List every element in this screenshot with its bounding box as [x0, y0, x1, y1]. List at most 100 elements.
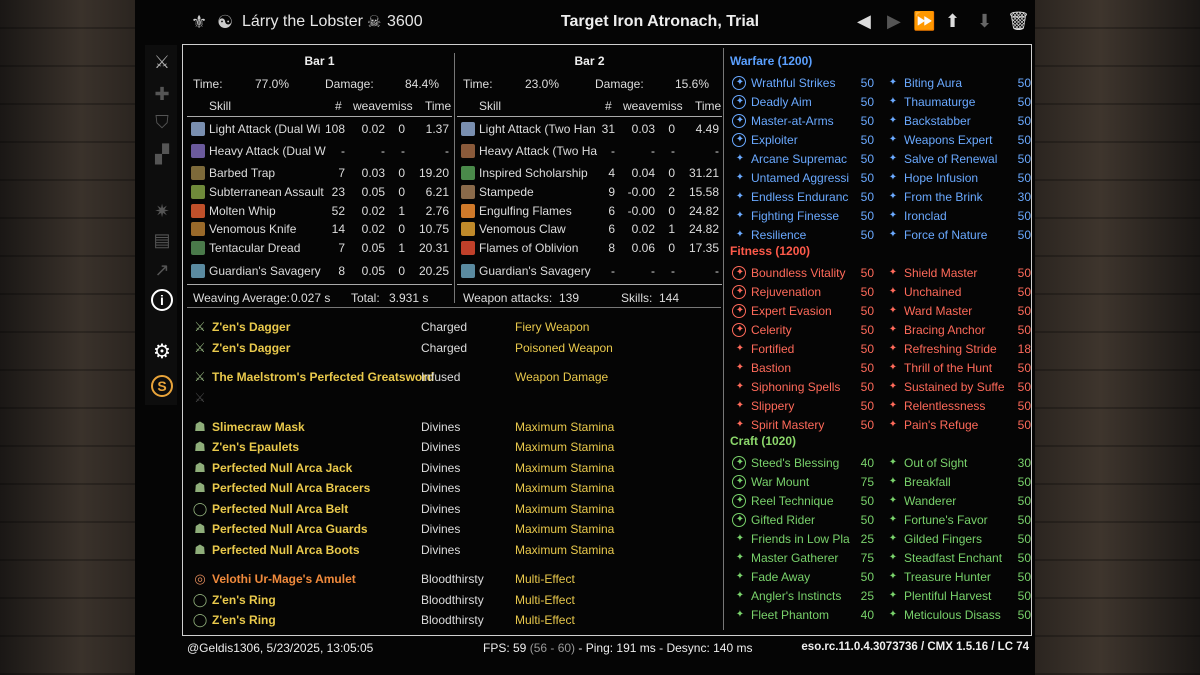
star-icon: ✦	[888, 172, 898, 183]
cp-star[interactable]: ✦ Fortified 50	[732, 341, 874, 357]
cp-star[interactable]: ✦ Wrathful Strikes 50	[732, 75, 874, 91]
fight-report-icon[interactable]: ⚔	[151, 51, 173, 73]
gear-row[interactable]: ☗ Perfected Null Arca Bracers Divines Maxim…	[192, 480, 614, 496]
gear-row[interactable]: ◯ Perfected Null Arca Belt Divines Maximum …	[192, 501, 615, 517]
shield-icon[interactable]: ⛉	[151, 111, 173, 133]
time-label: Time:	[193, 77, 223, 91]
cp-star[interactable]: ✦ Sustained by Suffe 50	[885, 379, 1031, 395]
cp-star[interactable]: ✦ Backstabber 50	[885, 113, 1031, 129]
cp-star[interactable]: ✦ Angler's Instincts 25	[732, 588, 874, 604]
cp-star[interactable]: ✦ Bracing Anchor 50	[885, 322, 1031, 338]
right-panel-divider	[723, 48, 724, 630]
trash-icon[interactable]: 🗑	[1007, 11, 1030, 32]
gear-row[interactable]: ⚔ Z'en's Dagger Charged Fiery Weapon	[192, 319, 612, 335]
star-icon: ✦	[888, 77, 898, 88]
cp-star[interactable]: ✦ Steed's Blessing 40	[732, 455, 874, 471]
time-value: 23.0%	[525, 77, 560, 91]
cp-star[interactable]: ✦ Salve of Renewal 50	[885, 151, 1031, 167]
cp-value: 50	[860, 209, 874, 223]
cp-star[interactable]: ✦ Gilded Fingers 50	[885, 531, 1031, 547]
gear-row[interactable]: ☗ Perfected Null Arca Guards Divines Maximu…	[192, 521, 614, 537]
skill-count: 8	[338, 264, 345, 278]
cp-star[interactable]: ✦ Fighting Finesse 50	[732, 208, 874, 224]
cp-star[interactable]: ✦ Unchained 50	[885, 284, 1031, 300]
star-icon: ✦	[888, 191, 898, 202]
cp-star[interactable]: ✦ Thrill of the Hunt 50	[885, 360, 1031, 376]
cp-star[interactable]: ✦ Slippery 50	[732, 398, 874, 414]
cp-star[interactable]: ✦ From the Brink 30	[885, 189, 1031, 205]
cp-value: 50	[860, 513, 874, 527]
cp-value: 50	[860, 380, 874, 394]
gear-row[interactable]: ☗ Perfected Null Arca Boots Divines Maximum…	[192, 542, 614, 558]
cp-star[interactable]: ✦ Force of Nature 50	[885, 227, 1031, 243]
cp-star[interactable]: ✦ Endless Enduranc 50	[732, 189, 874, 205]
cp-name: Shield Master	[904, 266, 978, 280]
skill-icon	[191, 204, 205, 218]
save-icon[interactable]: ⬇	[977, 11, 992, 32]
cp-star[interactable]: ✦ Fortune's Favor 50	[885, 512, 1031, 528]
cp-star[interactable]: ✦ Hope Infusion 50	[885, 170, 1031, 186]
last-fight-button[interactable]: ⏩	[913, 11, 935, 32]
cp-star[interactable]: ✦ Rejuvenation 50	[732, 284, 874, 300]
cp-star[interactable]: ✦ Weapons Expert 50	[885, 132, 1031, 148]
cp-star[interactable]: ✦ Celerity 50	[732, 322, 874, 338]
load-icon[interactable]: ⬆	[945, 11, 960, 32]
cp-star[interactable]: ✦ Out of Sight 30	[885, 455, 1031, 471]
cp-star[interactable]: ✦ Bastion 50	[732, 360, 874, 376]
cp-star[interactable]: ✦ Friends in Low Pla 25	[732, 531, 874, 547]
gear-row[interactable]: ☗ Perfected Null Arca Jack Divines Maximum …	[192, 460, 614, 476]
cp-star[interactable]: ✦ Boundless Vitality 50	[732, 265, 874, 281]
cp-star[interactable]: ✦ Plentiful Harvest 50	[885, 588, 1031, 604]
cp-star[interactable]: ✦ Biting Aura 50	[885, 75, 1031, 91]
gear-row[interactable]: ◯ Z'en's Ring Bloodthirsty Multi-Effect	[192, 592, 612, 608]
cp-star[interactable]: ✦ Resilience 50	[732, 227, 874, 243]
cp-star[interactable]: ✦ Ironclad 50	[885, 208, 1031, 224]
previous-fight-button[interactable]: ◀	[857, 11, 871, 32]
cp-star[interactable]: ✦ Fleet Phantom 40	[732, 607, 874, 623]
gear-row[interactable]: ☗ Z'en's Epaulets Divines Maximum Stamina	[192, 439, 614, 455]
cp-star[interactable]: ✦ Untamed Aggressi 50	[732, 170, 874, 186]
cp-star[interactable]: ✦ Shield Master 50	[885, 265, 1031, 281]
cp-value: 50	[1017, 513, 1031, 527]
cp-star[interactable]: ✦ Exploiter 50	[732, 132, 874, 148]
cp-star[interactable]: ✦ Refreshing Stride 18	[885, 341, 1031, 357]
cp-star[interactable]: ✦ Spirit Mastery 50	[732, 417, 874, 433]
cp-star[interactable]: ✦ Gifted Rider 50	[732, 512, 874, 528]
cp-star[interactable]: ✦ Breakfall 50	[885, 474, 1031, 490]
heal-icon[interactable]: ✚	[151, 83, 173, 105]
cp-star[interactable]: ✦ Siphoning Spells 50	[732, 379, 874, 395]
cp-star[interactable]: ✦ Wanderer 50	[885, 493, 1031, 509]
cp-star[interactable]: ✦ Relentlessness 50	[885, 398, 1031, 414]
gear-row[interactable]: ◎ Velothi Ur-Mage's Amulet Bloodthirsty Mul…	[192, 571, 612, 587]
cp-star[interactable]: ✦ Thaumaturge 50	[885, 94, 1031, 110]
gear-row[interactable]: ◯ Z'en's Ring Bloodthirsty Multi-Effect	[192, 612, 612, 628]
trend-icon[interactable]: ↗	[151, 259, 173, 281]
cp-star[interactable]: ✦ Meticulous Disass 50	[885, 607, 1031, 623]
cp-name: From the Brink	[904, 190, 983, 204]
gear-row[interactable]: ☗ Slimecraw Mask Divines Maximum Stamina	[192, 419, 614, 435]
cp-star[interactable]: ✦ Ward Master 50	[885, 303, 1031, 319]
cp-star[interactable]: ✦ Pain's Refuge 50	[885, 417, 1031, 433]
cp-star[interactable]: ✦ War Mount 75	[732, 474, 874, 490]
next-fight-button[interactable]: ▶	[887, 11, 901, 32]
settings-gear-icon[interactable]: ⚙	[151, 341, 173, 363]
star-icon: ✦	[888, 571, 898, 582]
cp-star[interactable]: ✦ Reel Technique 50	[732, 493, 874, 509]
log-icon[interactable]: ▤	[151, 229, 173, 251]
cp-star[interactable]: ✦ Master Gatherer 75	[732, 550, 874, 566]
cp-star[interactable]: ✦ Fade Away 50	[732, 569, 874, 585]
gear-row[interactable]: ⚔ The Maelstrom's Perfected Greatsword Inf…	[192, 369, 612, 385]
skill-miss: -	[401, 144, 405, 158]
cp-star[interactable]: ✦ Deadly Aim 50	[732, 94, 874, 110]
graph-icon[interactable]: ✷	[151, 200, 173, 222]
currency-icon[interactable]: S	[151, 375, 173, 397]
cp-star[interactable]: ✦ Master-at-Arms 50	[732, 113, 874, 129]
cp-star[interactable]: ✦ Treasure Hunter 50	[885, 569, 1031, 585]
cp-star[interactable]: ✦ Steadfast Enchant 50	[885, 550, 1031, 566]
gear-row[interactable]: ⚔ Z'en's Dagger Charged Poisoned Weapon	[192, 340, 613, 356]
info-icon[interactable]: i	[151, 289, 173, 311]
status-user: @Geldis1306, 5/23/2025, 13:05:05	[187, 641, 374, 655]
cp-star[interactable]: ✦ Expert Evasion 50	[732, 303, 874, 319]
buff-icon[interactable]: ▞	[151, 143, 173, 165]
cp-star[interactable]: ✦ Arcane Supremac 50	[732, 151, 874, 167]
